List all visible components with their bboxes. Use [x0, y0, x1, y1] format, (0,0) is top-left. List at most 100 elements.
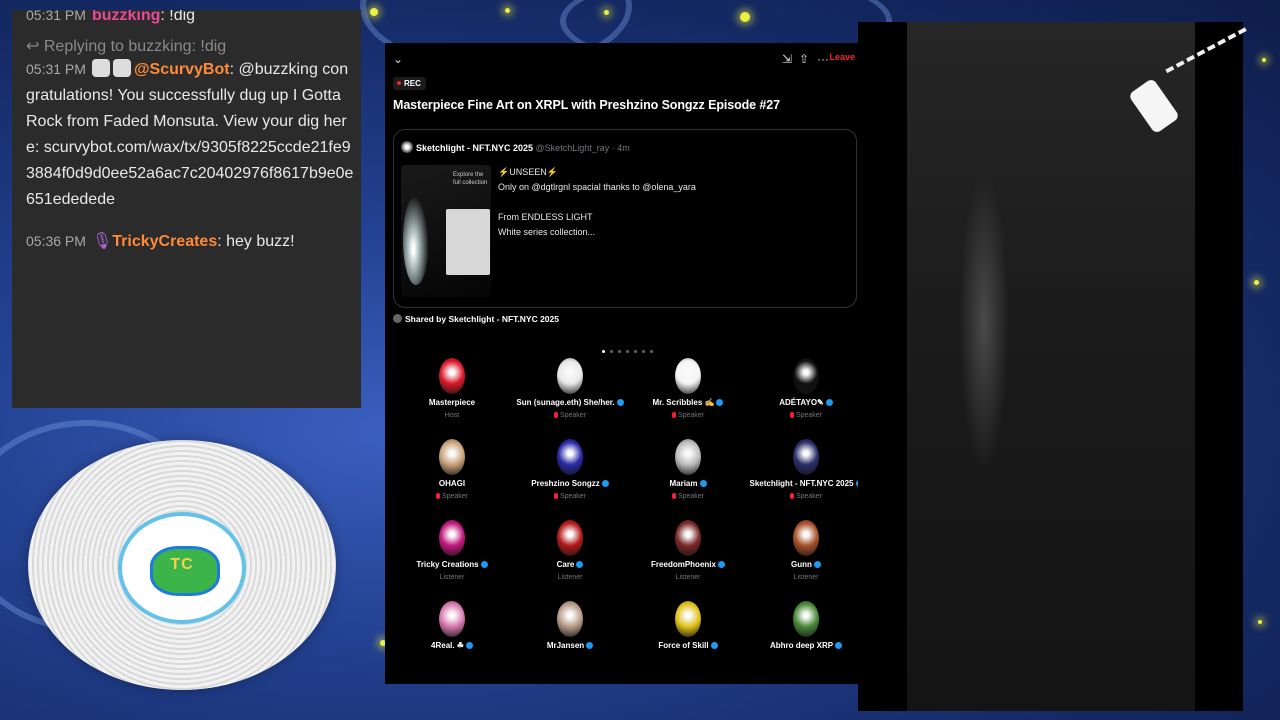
participant-role-text: Speaker	[677, 493, 705, 500]
participant-name-row: Tricky Creations	[393, 560, 511, 569]
more-icon[interactable]: ···	[816, 51, 830, 67]
participant-name-row: Preshzino Songzz	[511, 479, 629, 488]
verified-icon	[601, 480, 609, 487]
video-smudge	[959, 172, 1009, 472]
participant[interactable]: MrJansen	[511, 601, 629, 655]
participant-name: Care	[556, 560, 575, 569]
participant[interactable]: Gunn Listener	[747, 520, 865, 581]
avatar[interactable]	[557, 358, 583, 394]
chat-username[interactable]: TrickyCreates	[112, 233, 217, 250]
avatar[interactable]	[675, 358, 701, 394]
participant-name: Mr. Scribbles ✍	[652, 398, 715, 407]
participant-name: FreedomPhoenix	[651, 560, 716, 569]
avatar[interactable]	[439, 520, 465, 556]
star	[1254, 280, 1259, 285]
participant[interactable]: Mr. Scribbles ✍ Speaker	[629, 358, 747, 419]
avatar[interactable]	[401, 141, 413, 153]
star	[740, 12, 750, 22]
post-author[interactable]: Sketchlight - NFT.NYC 2025 @SketchLight_…	[416, 143, 630, 153]
verified-icon	[586, 642, 594, 649]
space-window: ⌄ ⇲ ⇧ ··· Leave REC Masterpiece Fine Art…	[385, 43, 865, 684]
avatar	[393, 314, 402, 323]
star	[505, 8, 510, 13]
participant-name-row: Masterpiece	[393, 398, 511, 407]
participant-role: Speaker	[511, 412, 629, 419]
video-frame	[907, 22, 1249, 711]
leave-button[interactable]: Leave	[829, 52, 855, 62]
verified-icon	[716, 399, 724, 406]
post-text: ⚡UNSEEN⚡ Only on @dgtlrgnl spacial thank…	[498, 165, 696, 240]
participant-role-text: Speaker	[559, 493, 587, 500]
mic-off-icon	[789, 412, 794, 418]
post-author-name: Sketchlight - NFT.NYC 2025	[416, 143, 534, 153]
carousel-dots[interactable]	[602, 340, 658, 358]
participant[interactable]: Care Listener	[511, 520, 629, 581]
participant-name-row: Sketchlight - NFT.NYC 2025	[747, 479, 865, 488]
participant[interactable]: ADÉTAYO✎ Speaker	[747, 358, 865, 419]
participant[interactable]: FreedomPhoenix Listener	[629, 520, 747, 581]
participant[interactable]: Tricky Creations Listener	[393, 520, 511, 581]
participant-role: Listener	[629, 574, 747, 581]
participant-name: Abhro deep XRP	[769, 641, 834, 650]
chat-username[interactable]: buzzking	[92, 10, 160, 24]
rec-dot-icon	[397, 81, 401, 85]
participant[interactable]: Mariam Speaker	[629, 439, 747, 500]
minimize-icon[interactable]: ⇲	[780, 51, 794, 67]
participant[interactable]: Force of Skill	[629, 601, 747, 655]
avatar[interactable]	[793, 601, 819, 637]
video-pane	[858, 22, 1249, 711]
avatar[interactable]	[557, 601, 583, 637]
light-sculpture	[403, 195, 429, 285]
mic-off-icon	[553, 493, 558, 499]
chat-timestamp: 05:31 PM	[26, 61, 86, 77]
participant-role: Listener	[511, 574, 629, 581]
participant-name-row: Sun (sunage.eth) She/her.	[511, 398, 629, 407]
avatar[interactable]	[557, 439, 583, 475]
participant-role: Speaker	[747, 493, 865, 500]
participant[interactable]: Abhro deep XRP	[747, 601, 865, 655]
post-image[interactable]: Explore the full collection	[401, 165, 491, 297]
reply-text: Replying to buzzking: !dig	[43, 38, 227, 55]
star	[1262, 58, 1266, 62]
shared-by: Shared by Sketchlight - NFT.NYC 2025	[393, 314, 559, 324]
chevron-down-icon[interactable]: ⌄	[391, 51, 405, 67]
participant-name: ADÉTAYO✎	[779, 398, 824, 407]
participant-role-text: Speaker	[795, 412, 823, 419]
avatar[interactable]	[793, 358, 819, 394]
avatar[interactable]	[557, 520, 583, 556]
mic-off-icon	[553, 412, 558, 418]
avatar[interactable]	[439, 358, 465, 394]
avatar[interactable]	[439, 439, 465, 475]
star	[604, 10, 609, 15]
chat-text: hey buzz!	[221, 233, 295, 250]
verified-icon	[480, 561, 488, 568]
avatar[interactable]	[675, 439, 701, 475]
post-line: White series collection...	[498, 227, 596, 237]
chat-panel: 05:31 PM buzzking: !dig ↩ Replying to buz…	[12, 10, 361, 408]
avatar[interactable]	[793, 439, 819, 475]
comet-shape	[1127, 77, 1181, 135]
pinned-post-card[interactable]: Sketchlight - NFT.NYC 2025 @SketchLight_…	[393, 129, 857, 308]
avatar[interactable]	[675, 520, 701, 556]
participant-role-text: Speaker	[559, 412, 587, 419]
avatar[interactable]	[439, 601, 465, 637]
chat-message: 05:31 PM @ScurvyBot: @buzzking congratula…	[26, 56, 355, 213]
participant-role-text: Listener	[439, 574, 465, 581]
participant[interactable]: Sun (sunage.eth) She/her. Speaker	[511, 358, 629, 419]
participant[interactable]: Sketchlight - NFT.NYC 2025 Speaker	[747, 439, 865, 500]
participant-role: Speaker	[393, 493, 511, 500]
participant[interactable]: Masterpiece Host	[393, 358, 511, 419]
verified-icon	[717, 561, 725, 568]
comet-trail	[1165, 27, 1249, 77]
participant-name: Force of Skill	[658, 641, 709, 650]
chat-timestamp: 05:36 PM	[26, 233, 86, 249]
avatar[interactable]	[793, 520, 819, 556]
avatar[interactable]	[675, 601, 701, 637]
participant[interactable]: OHAGI Speaker	[393, 439, 511, 500]
participant-role-text: Speaker	[677, 412, 705, 419]
participant[interactable]: 4Real. ☘	[393, 601, 511, 655]
share-icon[interactable]: ⇧	[797, 51, 811, 67]
chat-username[interactable]: @ScurvyBot	[134, 61, 230, 78]
post-line: From ENDLESS LIGHT	[498, 212, 593, 222]
participant[interactable]: Preshzino Songzz Speaker	[511, 439, 629, 500]
